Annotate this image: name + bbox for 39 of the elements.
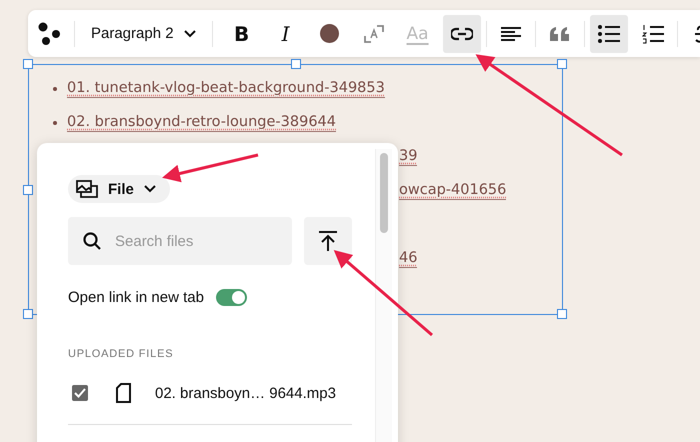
numbered-list-icon: [642, 24, 664, 44]
quote-icon: [550, 26, 570, 40]
section-title: UPLOADED FILES: [68, 348, 174, 360]
chevron-icon: [184, 30, 196, 38]
file-link[interactable]: 46: [399, 249, 418, 268]
toggle-label: Open link in new tab: [68, 289, 204, 306]
file-name[interactable]: 02. bransboyn… 9644.mp3: [155, 384, 336, 402]
upload-button[interactable]: [304, 217, 352, 265]
toggle-switch[interactable]: [216, 289, 247, 306]
resize-handle[interactable]: [23, 59, 33, 69]
link-button[interactable]: [442, 14, 481, 52]
bullet-icon: [53, 86, 57, 90]
bullet-icon: [53, 120, 57, 124]
resize-handle[interactable]: [23, 184, 33, 194]
resize-handle[interactable]: [557, 59, 567, 69]
file-link[interactable]: 39: [399, 147, 418, 166]
link-type-dropdown[interactable]: File: [68, 175, 170, 203]
search-field[interactable]: Search files: [68, 217, 292, 265]
search-icon: [83, 232, 101, 250]
resize-handle[interactable]: [290, 59, 300, 69]
bullet-list-icon: [598, 24, 620, 42]
images-icon: [76, 180, 98, 198]
link-icon: [450, 26, 473, 40]
bold-button[interactable]: B: [222, 14, 261, 52]
file-link[interactable]: 01. tunetank-vlog-beat-background-349853: [67, 79, 385, 98]
file-icon: [116, 383, 131, 403]
file-link[interactable]: 02. bransboynd-retro-lounge-389644: [67, 113, 336, 132]
paragraph-style-dropdown[interactable]: Paragraph 2: [85, 14, 202, 52]
upload-icon: [319, 231, 337, 251]
bullet-list-button[interactable]: [590, 14, 628, 52]
text-size-icon: [362, 24, 385, 44]
chevron-icon: [144, 185, 156, 193]
checkbox[interactable]: [72, 385, 88, 401]
scrollbar-thumb[interactable]: [380, 153, 388, 233]
align-left-icon: [500, 26, 521, 42]
resize-handle[interactable]: [557, 309, 567, 319]
file-link[interactable]: owcap-401656: [399, 181, 506, 200]
italic-button[interactable]: I: [266, 14, 305, 52]
resize-handle[interactable]: [23, 309, 33, 319]
